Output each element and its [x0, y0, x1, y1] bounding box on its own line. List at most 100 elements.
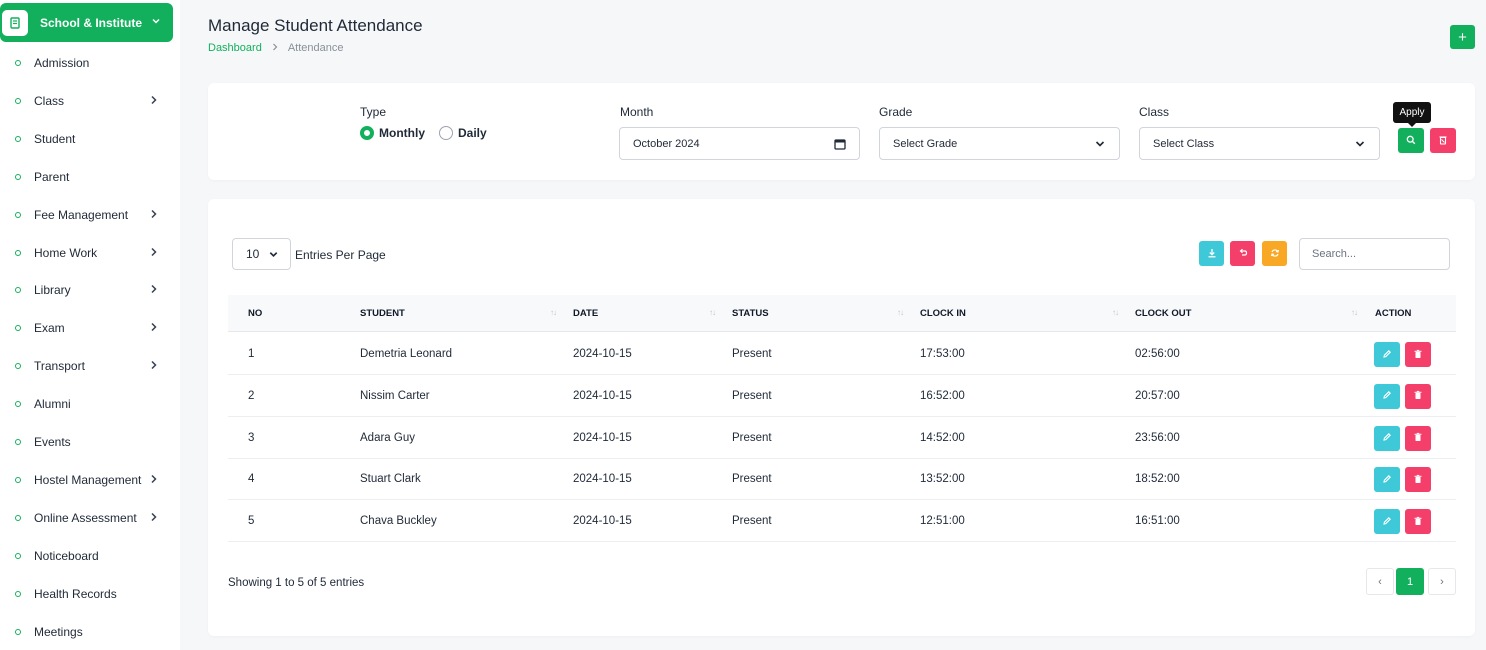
table-row: 1 Demetria Leonard 2024-10-15 Present 17:53:…	[228, 333, 1456, 375]
grade-value: Select Grade	[893, 137, 958, 150]
sidebar-item[interactable]: Home Work	[0, 241, 180, 265]
chevron-right-icon	[149, 321, 159, 336]
cell-date: 2024-10-15	[573, 431, 632, 444]
sidebar-item[interactable]: Meetings	[0, 620, 180, 644]
delete-button[interactable]	[1405, 425, 1431, 451]
radio-daily[interactable]	[439, 126, 453, 140]
cell-status: Present	[732, 431, 772, 444]
chevron-down-icon	[151, 15, 161, 29]
month-input[interactable]: October 2024	[619, 127, 860, 160]
add-attendance-button[interactable]: +	[1450, 25, 1475, 49]
sidebar-item[interactable]: Online Assessment	[0, 506, 180, 530]
sidebar-item[interactable]: Fee Management	[0, 203, 180, 227]
bullet-icon	[15, 211, 21, 218]
sidebar-item[interactable]: Noticeboard	[0, 544, 180, 568]
cell-date: 2024-10-15	[573, 348, 632, 360]
sidebar-item[interactable]: Class	[0, 89, 180, 113]
sidebar-item-label: Events	[34, 435, 71, 449]
edit-button[interactable]	[1374, 342, 1400, 367]
delete-button[interactable]	[1405, 467, 1431, 493]
undo-button[interactable]	[1230, 241, 1255, 266]
pagination-next[interactable]: ›	[1428, 568, 1456, 595]
chevron-down-icon	[268, 249, 279, 263]
chevron-down-icon	[1354, 138, 1366, 153]
radio-daily-label[interactable]: Daily	[458, 126, 487, 140]
table-info: Showing 1 to 5 of 5 entries	[228, 577, 365, 589]
attendance-table-panel: 10 Entries Per Page NO STUDENT ↑↓ DATE ↑…	[208, 199, 1475, 636]
sidebar-item-label: Hostel Management	[34, 472, 142, 487]
sidebar-item[interactable]: Alumni	[0, 392, 180, 416]
sidebar-item-label: Meetings	[34, 624, 83, 639]
class-select[interactable]: Select Class	[1139, 127, 1380, 160]
filter-panel: Type Monthly Daily Month October 2024 Gr…	[208, 83, 1475, 180]
delete-button[interactable]	[1405, 509, 1431, 535]
calendar-icon[interactable]	[834, 138, 846, 153]
table-search-input[interactable]	[1299, 238, 1450, 270]
apply-tooltip: Apply	[1393, 102, 1431, 127]
cell-student: Demetria Leonard	[360, 348, 453, 360]
sidebar-item[interactable]: Parent	[0, 165, 180, 189]
sort-icon[interactable]: ↑↓	[1351, 308, 1358, 317]
pagination-page[interactable]: 1	[1396, 568, 1424, 595]
clear-filter-button[interactable]	[1430, 128, 1456, 153]
sidebar-item[interactable]: Events	[0, 430, 180, 454]
pencil-icon	[1382, 429, 1392, 447]
cell-status: Present	[732, 473, 772, 486]
col-status[interactable]: STATUS	[732, 308, 769, 319]
sidebar-item-label: Admission	[34, 56, 90, 70]
sort-icon[interactable]: ↑↓	[897, 308, 904, 317]
sort-icon[interactable]: ↑↓	[709, 308, 716, 317]
entries-per-page-label: Entries Per Page	[295, 248, 386, 262]
bullet-icon	[15, 60, 21, 66]
apply-search-button[interactable]	[1398, 128, 1424, 153]
sidebar-item[interactable]: Health Records	[0, 582, 180, 606]
chevron-right-icon	[271, 42, 279, 54]
radio-monthly[interactable]	[360, 126, 374, 140]
edit-button[interactable]	[1374, 509, 1400, 535]
col-clock-out[interactable]: CLOCK OUT	[1135, 308, 1191, 319]
edit-button[interactable]	[1374, 383, 1400, 409]
download-button[interactable]	[1199, 241, 1224, 266]
breadcrumb-current: Attendance	[287, 42, 344, 54]
cell-student: Adara Guy	[360, 431, 415, 444]
sidebar-item[interactable]: Exam	[0, 316, 180, 340]
grade-label: Grade	[879, 105, 913, 119]
sidebar-brand[interactable]: School & Institute	[0, 3, 173, 42]
cell-no: 3	[248, 431, 255, 444]
cell-status: Present	[732, 389, 772, 402]
bullet-icon	[15, 552, 21, 559]
sidebar-item[interactable]: Admission	[0, 51, 180, 75]
col-student[interactable]: STUDENT	[360, 308, 405, 319]
entries-per-page-select[interactable]: 10	[232, 238, 291, 270]
col-date[interactable]: DATE	[573, 308, 598, 319]
col-no[interactable]: NO	[248, 308, 262, 319]
trash-icon	[1413, 471, 1423, 489]
sidebar-item[interactable]: Transport	[0, 354, 180, 378]
grade-select[interactable]: Select Grade	[879, 127, 1120, 160]
sidebar-item[interactable]: Student	[0, 127, 180, 151]
bullet-icon	[15, 439, 21, 445]
sidebar-item[interactable]: Hostel Management	[0, 468, 180, 492]
sort-icon[interactable]: ↑↓	[1112, 308, 1119, 317]
edit-button[interactable]	[1374, 425, 1400, 451]
col-action: ACTION	[1375, 308, 1412, 319]
search-icon	[1406, 132, 1416, 150]
trash-icon	[1413, 346, 1423, 364]
refresh-button[interactable]	[1262, 241, 1287, 266]
bullet-icon	[15, 590, 21, 597]
cell-no: 1	[248, 348, 255, 360]
delete-button[interactable]	[1405, 383, 1431, 409]
pagination-prev[interactable]: ‹	[1366, 568, 1394, 595]
sort-icon[interactable]: ↑↓	[550, 308, 557, 317]
sidebar-item[interactable]: Library	[0, 278, 180, 302]
cell-status: Present	[732, 515, 772, 528]
edit-button[interactable]	[1374, 467, 1400, 493]
book-icon	[2, 9, 28, 36]
delete-button[interactable]	[1405, 342, 1431, 367]
sidebar-brand-label: School & Institute	[40, 15, 142, 30]
col-clock-in[interactable]: CLOCK IN	[920, 308, 966, 319]
breadcrumb-dashboard-link[interactable]: Dashboard	[208, 42, 262, 54]
radio-monthly-label[interactable]: Monthly	[379, 126, 425, 140]
table-row: 4 Stuart Clark 2024-10-15 Present 13:52:00 18…	[228, 458, 1456, 501]
cell-clock-out: 23:56:00	[1135, 431, 1180, 444]
